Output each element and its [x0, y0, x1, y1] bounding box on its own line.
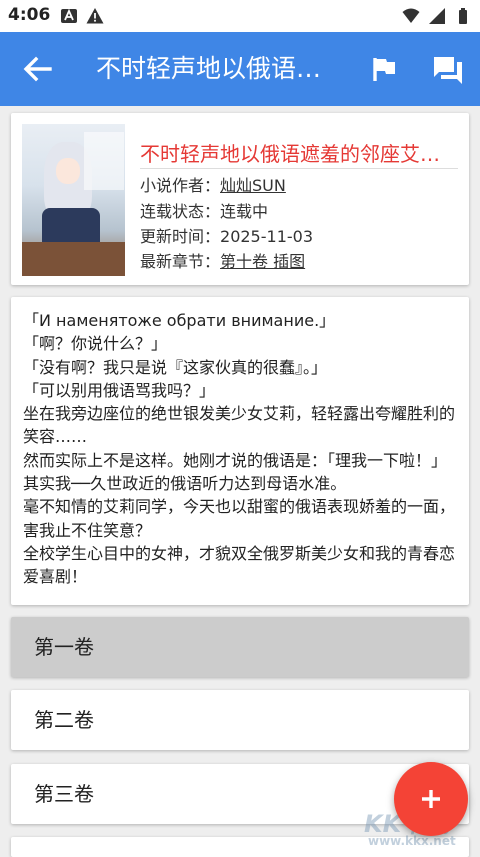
updated-value: 2025-11-03 — [220, 227, 313, 246]
description-line: 「И наменятоже обрати внимание.」 — [23, 311, 336, 330]
status-label: 连载状态： — [140, 202, 221, 221]
warning-icon — [86, 8, 104, 24]
add-fab-button[interactable] — [394, 762, 468, 836]
plus-icon — [422, 790, 440, 808]
app-bar: 不时轻声地以俄语遮羞的邻座艾莉同学 — [0, 32, 480, 106]
description-line: 全校学生心目中的女神，才貌双全俄罗斯美少女和我的青春恋 — [23, 543, 456, 563]
status-value: 连载中 — [220, 202, 269, 221]
description-line: 「可以别用俄语骂我吗？」 — [23, 380, 216, 400]
a-badge-icon — [61, 8, 77, 23]
volume-item-1[interactable]: 第一卷 — [11, 617, 469, 677]
flag-icon[interactable] — [370, 54, 400, 84]
watermark-url: www.kkx.net — [368, 834, 456, 848]
description-line: 笑容…… — [23, 427, 88, 447]
latest-row: 最新章节：第十卷 插图 — [140, 251, 305, 273]
description-line: 「啊？你说什么？」 — [23, 334, 168, 354]
latest-label: 最新章节： — [140, 252, 221, 271]
book-title: 不时轻声地以俄语遮羞的邻座艾莉同学 — [140, 142, 458, 166]
wifi-icon — [402, 8, 420, 23]
description-line: 然而实际上不是这样。她刚才说的俄语是：「理我一下啦！」 — [23, 450, 448, 470]
author-link[interactable]: 灿灿SUN — [220, 176, 286, 195]
chat-icon[interactable] — [432, 54, 464, 86]
description-line: 「没有啊？我只是说『这家伙真的很蠢』。」 — [23, 357, 328, 377]
volume-label: 第二卷 — [34, 708, 94, 732]
description-line: 毫不知情的艾莉同学，今天也以甜蜜的俄语表现娇羞的一面， — [23, 497, 456, 517]
updated-label: 更新时间： — [140, 227, 221, 246]
page-title: 不时轻声地以俄语遮羞的邻座艾莉同学 — [96, 54, 342, 83]
status-time: 4:06 — [8, 5, 51, 25]
updated-row: 更新时间：2025-11-03 — [140, 226, 313, 248]
status-row: 连载状态：连载中 — [140, 201, 268, 223]
signal-icon — [429, 8, 445, 24]
description-line: 坐在我旁边座位的绝世银发美少女艾莉，轻轻露出夸耀胜利的 — [23, 404, 456, 424]
description-card: 「И наменятоже обрати внимание.」 「啊？你说什么？… — [11, 297, 469, 605]
author-label: 小说作者： — [140, 176, 221, 195]
status-bar: 4:06 — [0, 0, 480, 32]
book-cover[interactable] — [22, 124, 125, 276]
volume-label: 第三卷 — [34, 782, 94, 806]
description-line: 其实我──久世政近的俄语听力达到母语水准。 — [23, 474, 347, 494]
back-arrow-icon[interactable] — [20, 53, 54, 85]
title-divider — [140, 168, 458, 169]
author-row: 小说作者：灿灿SUN — [140, 175, 286, 197]
volume-item-2[interactable]: 第二卷 — [11, 690, 469, 750]
description-line: 爱喜剧！ — [23, 567, 88, 587]
latest-chapter-link[interactable]: 第十卷 插图 — [220, 252, 305, 271]
volume-label: 第一卷 — [34, 635, 94, 659]
description-line: 害我止不住笑意？ — [23, 520, 152, 540]
battery-icon — [459, 8, 467, 24]
